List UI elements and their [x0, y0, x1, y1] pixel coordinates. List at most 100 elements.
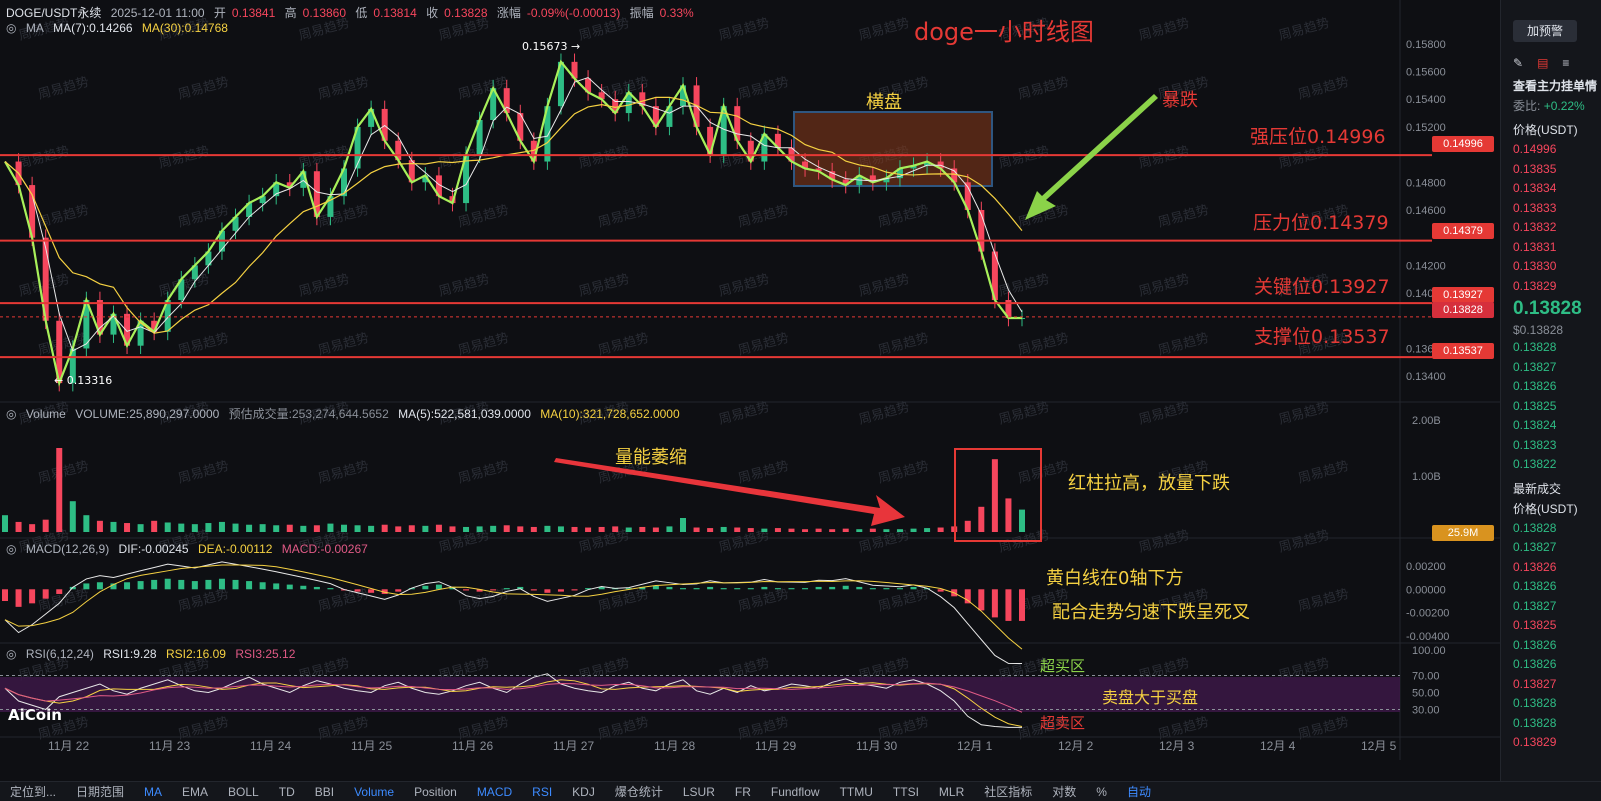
- bid-row[interactable]: 0.13825: [1501, 397, 1601, 417]
- dea-line: [4, 564, 1023, 650]
- bid-row[interactable]: 0.13827: [1501, 358, 1601, 378]
- volume-bar: [259, 524, 266, 532]
- bid-row[interactable]: 0.13823: [1501, 436, 1601, 456]
- alert-button[interactable]: 加预警: [1513, 20, 1577, 42]
- book-title[interactable]: 查看主力挂单情: [1501, 76, 1601, 96]
- toolbar-item[interactable]: 爆仓统计: [605, 783, 673, 800]
- toolbar-item[interactable]: MA: [134, 785, 172, 799]
- toolbar-item[interactable]: 定位到...: [0, 783, 66, 800]
- ask-row[interactable]: 0.13835: [1501, 160, 1601, 180]
- toolbar-item[interactable]: FR: [725, 785, 761, 799]
- macd-label[interactable]: MACD(12,26,9): [26, 542, 109, 556]
- eye-icon[interactable]: ◎: [6, 21, 16, 35]
- watermark-text: 周易趋势: [736, 202, 790, 230]
- ask-row[interactable]: 0.13830: [1501, 257, 1601, 277]
- toolbar-item[interactable]: LSUR: [673, 785, 725, 799]
- toolbar-item[interactable]: Volume: [344, 785, 404, 799]
- toolbar-item[interactable]: Fundflow: [761, 785, 830, 799]
- bid-row[interactable]: 0.13826: [1501, 377, 1601, 397]
- trade-row[interactable]: 0.13826: [1501, 577, 1601, 597]
- toolbar-item[interactable]: 日期范围: [66, 783, 134, 800]
- symbol[interactable]: DOGE/USDT永续: [6, 6, 101, 20]
- watermark-text: 周易趋势: [1016, 330, 1070, 358]
- trade-row[interactable]: 0.13829: [1501, 733, 1601, 753]
- trade-row[interactable]: 0.13827: [1501, 675, 1601, 695]
- bid-row[interactable]: 0.13822: [1501, 455, 1601, 475]
- ask-row[interactable]: 0.13833: [1501, 199, 1601, 219]
- bid-row[interactable]: 0.13828: [1501, 338, 1601, 358]
- toolbar-item[interactable]: MACD: [467, 785, 522, 799]
- list-icon[interactable]: ≡: [1562, 56, 1569, 70]
- macd-bar: [259, 582, 266, 590]
- toolbar-item[interactable]: TTSI: [883, 785, 929, 799]
- volume-est: 预估成交量:253,274,644.5652: [228, 407, 389, 421]
- ask-row[interactable]: 0.13832: [1501, 218, 1601, 238]
- macd-bar: [395, 589, 402, 592]
- volume-bar: [964, 520, 971, 532]
- dif-value: DIF:-0.00245: [118, 542, 189, 556]
- volume-bar: [205, 523, 212, 532]
- volume-bar: [829, 529, 836, 532]
- macd-bar: [802, 588, 809, 590]
- ma-label[interactable]: MA: [26, 21, 44, 35]
- volume-bar: [341, 524, 347, 532]
- toolbar-item[interactable]: 对数: [1042, 783, 1086, 800]
- eye-icon[interactable]: ◎: [6, 407, 16, 421]
- toolbar-item[interactable]: BBI: [305, 785, 344, 799]
- volume-bar: [151, 520, 158, 532]
- watermark-text: 周易趋势: [1296, 74, 1350, 102]
- macd-bar: [435, 584, 442, 590]
- x-tick: 11月 28: [654, 739, 695, 753]
- toolbar-item[interactable]: TD: [269, 785, 305, 799]
- trade-row[interactable]: 0.13826: [1501, 636, 1601, 656]
- rsi1-value: RSI1:9.28: [103, 647, 157, 661]
- bell-icon[interactable]: ◎: [6, 542, 16, 556]
- toolbar-item[interactable]: 自动: [1117, 783, 1161, 800]
- chart-canvas[interactable]: 周易趋势 周易趋势 周易趋势 周易趋势 周易趋势 周易趋势 周易趋势 周易趋势 周易趋势 周易趋势…: [0, 0, 1500, 781]
- price-tick: 0.15800: [1406, 39, 1446, 51]
- toolbar-item[interactable]: 社区指标: [974, 783, 1042, 800]
- watermark-text: 周易趋势: [997, 399, 1051, 427]
- volume-bar: [856, 529, 863, 532]
- trade-row[interactable]: 0.13826: [1501, 655, 1601, 675]
- toolbar-item[interactable]: Position: [404, 785, 467, 799]
- trade-row[interactable]: 0.13826: [1501, 558, 1601, 578]
- bell-icon[interactable]: ◎: [6, 647, 16, 661]
- macd-bar: [503, 588, 510, 590]
- trade-row[interactable]: 0.13825: [1501, 616, 1601, 636]
- volume-label[interactable]: Volume: [26, 407, 66, 421]
- rsi2-value: RSI2:16.09: [165, 647, 226, 661]
- ask-row[interactable]: 0.14996: [1501, 140, 1601, 160]
- book-icon[interactable]: ▤: [1537, 56, 1548, 70]
- toolbar-item[interactable]: MLR: [929, 785, 974, 799]
- trade-row[interactable]: 0.13828: [1501, 714, 1601, 734]
- macd-bar: [707, 586, 714, 590]
- volume-bar: [56, 448, 63, 532]
- volume-bar: [666, 526, 673, 532]
- ask-row[interactable]: 0.13834: [1501, 179, 1601, 199]
- high-label: 高: [284, 6, 297, 20]
- rsi-label[interactable]: RSI(6,12,24): [26, 647, 94, 661]
- trades-title[interactable]: 最新成交: [1501, 479, 1601, 499]
- toolbar-item[interactable]: EMA: [172, 785, 218, 799]
- volume-bar: [490, 525, 497, 532]
- trade-row[interactable]: 0.13827: [1501, 597, 1601, 617]
- toolbar-item[interactable]: RSI: [522, 785, 562, 799]
- bid-row[interactable]: 0.13824: [1501, 416, 1601, 436]
- trade-row[interactable]: 0.13828: [1501, 694, 1601, 714]
- trades-header: 价格(USDT): [1513, 501, 1578, 516]
- trade-row[interactable]: 0.13827: [1501, 538, 1601, 558]
- watermark-text: 周易趋势: [456, 714, 510, 742]
- trade-row[interactable]: 0.13828: [1501, 519, 1601, 539]
- toolbar-item[interactable]: BOLL: [218, 785, 269, 799]
- toolbar-item[interactable]: KDJ: [562, 785, 605, 799]
- last-usd: $0.13828: [1513, 323, 1564, 337]
- ask-row[interactable]: 0.13829: [1501, 277, 1601, 297]
- edit-icon[interactable]: ✎: [1513, 56, 1523, 70]
- macd-bar: [354, 589, 361, 592]
- toolbar-item[interactable]: TTMU: [830, 785, 883, 799]
- toolbar-item[interactable]: %: [1086, 785, 1117, 799]
- tag-resist: 0.14379: [1432, 223, 1494, 239]
- ask-row[interactable]: 0.13831: [1501, 238, 1601, 258]
- volume-value: VOLUME:25,890,297.0000: [75, 407, 220, 421]
